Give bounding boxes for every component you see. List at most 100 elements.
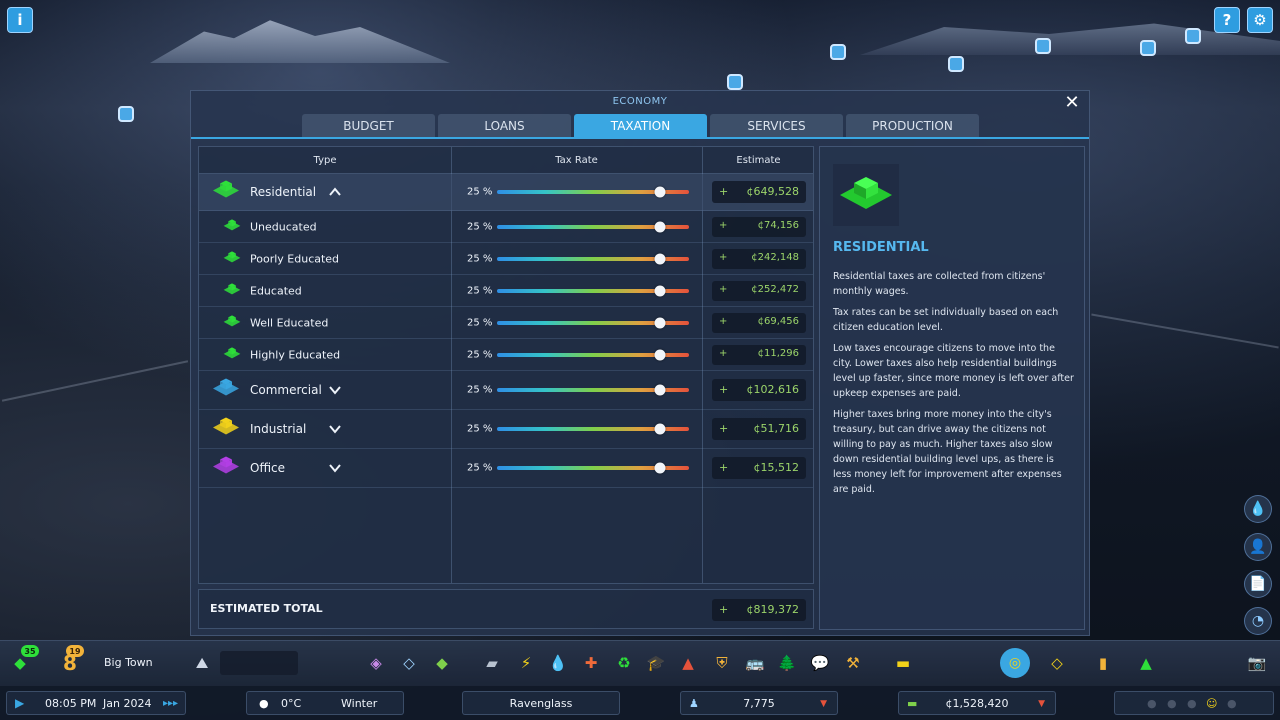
police-icon[interactable]: ⛨: [712, 653, 732, 673]
fire-icon[interactable]: ▲: [678, 653, 698, 673]
map-icon[interactable]: ◇: [1047, 653, 1067, 673]
map-marker-icon[interactable]: [948, 56, 964, 72]
office-icon: [212, 456, 240, 481]
estimated-total-bar: ESTIMATED TOTAL + ¢819,372: [198, 589, 814, 629]
slider-handle[interactable]: [654, 462, 666, 474]
panel-title: ECONOMY: [612, 96, 668, 107]
info-title: RESIDENTIAL: [833, 240, 929, 255]
tab-budget[interactable]: BUDGET: [302, 114, 435, 137]
slider-handle[interactable]: [654, 221, 666, 232]
table-header: Type Tax Rate Estimate: [199, 147, 813, 174]
garbage-icon[interactable]: ♻: [614, 653, 634, 673]
map-marker-icon[interactable]: [727, 74, 743, 90]
happiness-box[interactable]: ● ● ● ☺ ●: [1114, 691, 1274, 715]
settings-gear-icon[interactable]: ⚙: [1247, 7, 1273, 33]
plus-sign: +: [719, 383, 729, 396]
background-mountain: [150, 20, 450, 63]
speed-icon[interactable]: ▸▸▸: [163, 698, 178, 709]
tab-services[interactable]: SERVICES: [710, 114, 843, 137]
tax-rate-slider[interactable]: [497, 349, 689, 360]
tax-rate-slider[interactable]: [497, 462, 689, 474]
slider-handle[interactable]: [654, 384, 666, 396]
statistics-icon[interactable]: ▮: [1093, 653, 1113, 673]
landscaping-tools-icon[interactable]: ⚒: [843, 653, 863, 673]
map-marker-icon[interactable]: [1035, 38, 1051, 54]
zoning-icon[interactable]: ◈: [366, 653, 386, 673]
chevron-down-icon[interactable]: [327, 460, 343, 476]
population-box[interactable]: ♟ 7,775 ▼: [680, 691, 838, 715]
tax-rate-slider[interactable]: [497, 253, 689, 264]
city-name-box[interactable]: Ravenglass: [462, 691, 620, 715]
happiness-dot-icon: ●: [1187, 697, 1197, 710]
table-row: Office 25 % + ¢15,512: [199, 449, 813, 488]
estimate-amount: ¢69,456: [757, 315, 799, 327]
chevron-down-icon[interactable]: [327, 382, 343, 398]
info-paragraph: Low taxes encourage citizens to move int…: [833, 343, 1074, 399]
info-panel: RESIDENTIAL Residential taxes are collec…: [819, 146, 1085, 630]
row-label: Educated: [250, 284, 302, 297]
city-services-icon[interactable]: ▲: [1136, 653, 1156, 673]
tab-loans[interactable]: LOANS: [438, 114, 571, 137]
bulldozer-icon[interactable]: ▬: [893, 653, 913, 673]
row-label: Highly Educated: [250, 348, 341, 361]
slider-handle[interactable]: [654, 186, 666, 198]
camera-icon[interactable]: 📷: [1247, 653, 1267, 673]
play-icon[interactable]: ▶: [15, 696, 24, 710]
transport-icon[interactable]: 🚌: [745, 653, 765, 673]
happiness-dot-icon: ●: [1227, 697, 1237, 710]
milestone-badge: 35: [21, 645, 39, 657]
terrain-icon[interactable]: ⛰: [192, 653, 212, 673]
tax-rate-slider[interactable]: [497, 285, 689, 296]
slider-handle[interactable]: [654, 349, 666, 360]
slider-handle[interactable]: [654, 317, 666, 328]
estimate-amount: ¢102,616: [746, 383, 800, 396]
tax-rate-slider[interactable]: [497, 423, 689, 435]
roads-icon[interactable]: ▰: [482, 653, 502, 673]
town-level-name: Big Town: [104, 656, 153, 669]
slider-handle[interactable]: [654, 285, 666, 296]
tax-rate-slider[interactable]: [497, 317, 689, 328]
estimate-amount: ¢15,512: [753, 461, 800, 474]
estimated-total-value: + ¢819,372: [712, 599, 806, 621]
notes-icon[interactable]: 📄: [1244, 570, 1272, 598]
landscaping-icon[interactable]: ◆: [432, 653, 452, 673]
electricity-icon[interactable]: ⚡: [516, 653, 536, 673]
plus-sign: +: [719, 315, 728, 327]
info-description: Residential taxes are collected from cit…: [833, 269, 1075, 503]
parks-icon[interactable]: 🌲: [777, 653, 797, 673]
communications-icon[interactable]: 💬: [810, 653, 830, 673]
citizen-icon[interactable]: 👤: [1244, 533, 1272, 561]
water-drop-icon[interactable]: 💧: [1244, 495, 1272, 523]
map-marker-icon[interactable]: [1140, 40, 1156, 56]
tab-taxation[interactable]: TAXATION: [574, 114, 707, 137]
tab-production[interactable]: PRODUCTION: [846, 114, 979, 137]
tax-rate-slider[interactable]: [497, 186, 689, 198]
info-icon[interactable]: i: [7, 7, 33, 33]
tax-rate-value: 25 %: [467, 384, 493, 396]
slider-handle[interactable]: [654, 253, 666, 264]
estimated-total-label: ESTIMATED TOTAL: [210, 602, 323, 615]
healthcare-icon[interactable]: ✚: [581, 653, 601, 673]
background-road: [1091, 313, 1279, 349]
chart-pie-icon[interactable]: ◔: [1244, 607, 1272, 635]
table-row: Residential 25 % + ¢649,528: [199, 174, 813, 211]
tax-rate-slider[interactable]: [497, 221, 689, 232]
map-marker-icon[interactable]: [1185, 28, 1201, 44]
chevron-down-icon[interactable]: [327, 421, 343, 437]
slider-handle[interactable]: [654, 423, 666, 435]
education-icon[interactable]: 🎓: [646, 653, 666, 673]
map-marker-icon[interactable]: [118, 106, 134, 122]
economy-button[interactable]: ◎: [1000, 648, 1030, 678]
estimate-value: + ¢51,716: [712, 418, 806, 440]
tax-rate-slider[interactable]: [497, 384, 689, 396]
tax-rate-value: 25 %: [467, 349, 493, 360]
weather-display: ● 0°C Winter: [246, 691, 404, 715]
bottom-toolbar: ◆ 35 8 19 Big Town ⛰ ◈ ◇ ◆ ▰ ⚡ 💧 ✚ ♻ 🎓 ▲…: [0, 640, 1280, 686]
money-box[interactable]: ▬ ¢1,528,420 ▼: [898, 691, 1056, 715]
help-icon[interactable]: ?: [1214, 7, 1240, 33]
chevron-up-icon[interactable]: [327, 184, 343, 200]
water-icon[interactable]: 💧: [548, 653, 568, 673]
map-marker-icon[interactable]: [830, 44, 846, 60]
area-icon[interactable]: ◇: [399, 653, 419, 673]
close-button[interactable]: ✕: [1063, 94, 1081, 112]
